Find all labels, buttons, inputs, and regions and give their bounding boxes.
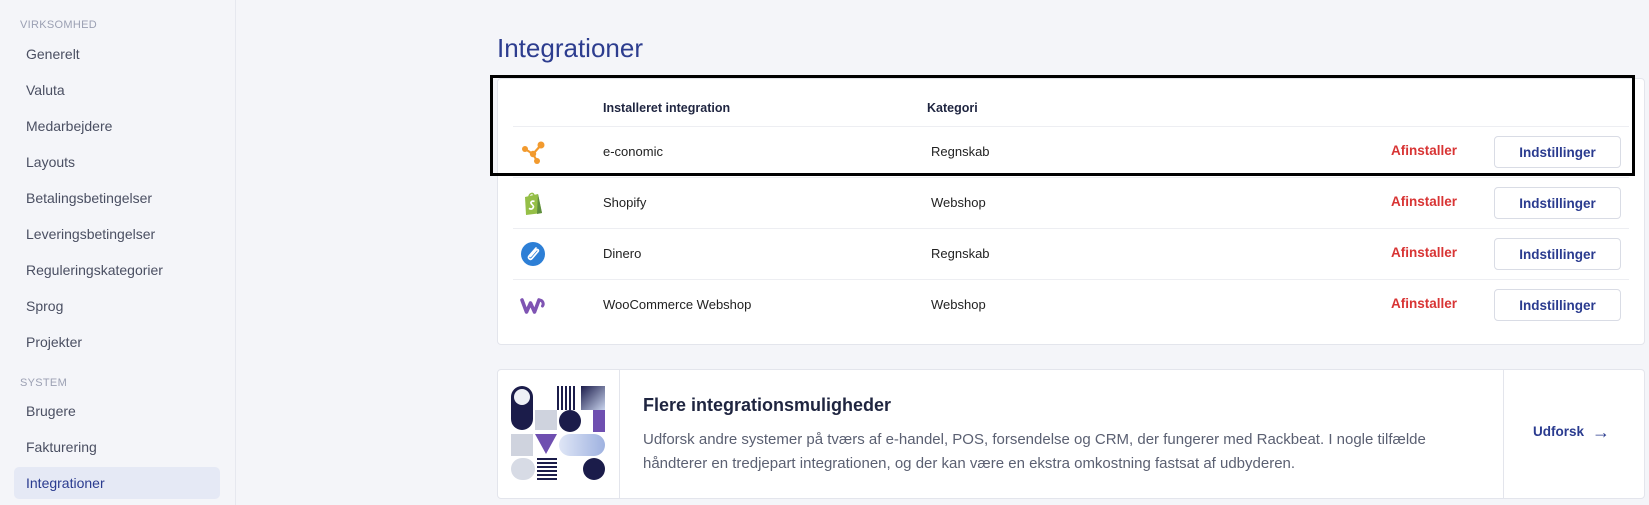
more-integrations-card: Flere integrationsmuligheder Udforsk and… [497, 369, 1645, 499]
sidebar-item-projekter[interactable]: Projekter [14, 326, 220, 358]
sidebar-section-label: SYSTEM [20, 377, 68, 389]
sidebar-item-leveringsbetingelser[interactable]: Leveringsbetingelser [14, 218, 220, 250]
table-row: WooCommerce Webshop Webshop Afinstaller … [513, 279, 1629, 329]
uninstall-button[interactable]: Afinstaller [1391, 194, 1457, 209]
integration-category: Webshop [931, 297, 986, 312]
sidebar-section-label: VIRKSOMHED [20, 19, 97, 31]
promo-illustration-icon [511, 386, 605, 480]
integration-category: Webshop [931, 195, 986, 210]
dinero-logo-icon [521, 242, 545, 266]
sidebar-item-layouts[interactable]: Layouts [14, 146, 220, 178]
sidebar-item-generelt[interactable]: Generelt [14, 38, 220, 70]
shopify-logo-icon [525, 192, 542, 215]
sidebar-item-integrationer[interactable]: Integrationer [14, 467, 220, 499]
settings-button[interactable]: Indstillinger [1494, 238, 1621, 270]
arrow-right-icon: → [1592, 422, 1611, 442]
sidebar-item-reguleringskategorier[interactable]: Reguleringskategorier [14, 254, 220, 286]
settings-button[interactable]: Indstillinger [1494, 289, 1621, 321]
uninstall-button[interactable]: Afinstaller [1391, 296, 1457, 311]
sidebar-item-medarbejdere[interactable]: Medarbejdere [14, 110, 220, 142]
promo-description: Udforsk andre systemer på tværs af e-han… [643, 431, 1426, 472]
table-row: Dinero Regnskab Afinstaller Indstillinge… [513, 228, 1629, 278]
sidebar: VIRKSOMHED Generelt Valuta Medarbejdere … [0, 0, 236, 505]
integration-category: Regnskab [931, 246, 990, 261]
sidebar-item-brugere[interactable]: Brugere [14, 395, 220, 427]
sidebar-item-valuta[interactable]: Valuta [14, 74, 220, 106]
settings-button[interactable]: Indstillinger [1494, 187, 1621, 219]
explore-label: Udforsk [1533, 424, 1585, 439]
integration-name: WooCommerce Webshop [603, 297, 752, 312]
divider [619, 370, 620, 498]
sidebar-item-betalingsbetingelser[interactable]: Betalingsbetingelser [14, 182, 220, 214]
sidebar-item-sprog[interactable]: Sprog [14, 290, 220, 322]
sidebar-item-fakturering[interactable]: Fakturering [14, 431, 220, 463]
integration-name: Dinero [603, 246, 642, 261]
explore-button[interactable]: Udforsk → [1533, 422, 1610, 443]
promo-title: Flere integrationsmuligheder [643, 395, 892, 415]
uninstall-button[interactable]: Afinstaller [1391, 245, 1457, 260]
page-title: Integrationer [497, 33, 643, 63]
divider [1503, 370, 1504, 498]
integration-name: Shopify [603, 195, 647, 210]
table-row: Shopify Webshop Afinstaller Indstillinge… [513, 177, 1629, 227]
highlight-outline [490, 75, 1635, 176]
woocommerce-logo-icon [520, 298, 545, 314]
